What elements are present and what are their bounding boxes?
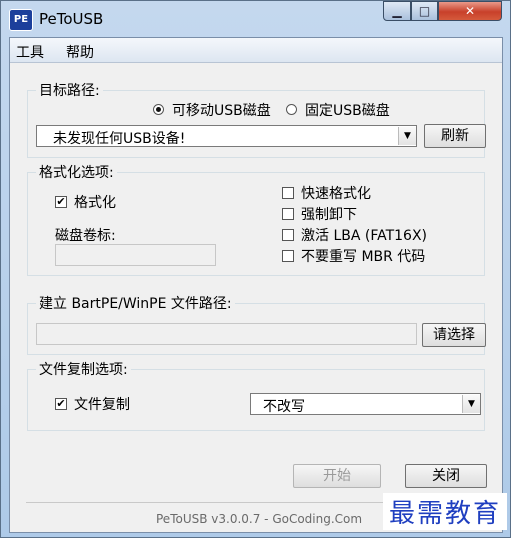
maximize-icon: □ [418, 4, 431, 18]
fixed-usb-radio[interactable] [286, 104, 297, 115]
usb-device-value: 未发现任何USB设备! [53, 131, 186, 147]
quick-format-checkbox[interactable] [282, 187, 294, 199]
close-dialog-button[interactable]: 关闭 [405, 464, 487, 488]
format-label[interactable]: 格式化 [74, 192, 116, 212]
enable-lba-checkbox[interactable] [282, 229, 294, 241]
minimize-button[interactable]: ▁ [383, 1, 411, 21]
file-copy-option-label[interactable]: 文件复制 [74, 394, 130, 414]
client-area: 工具 帮助 目标路径: 可移动USB磁盘 固定USB磁盘 未发现任何USB设备!… [9, 37, 503, 533]
refresh-button[interactable]: 刷新 [424, 124, 486, 148]
window-title: PeToUSB [39, 10, 104, 28]
volume-label-input[interactable] [55, 244, 216, 266]
removable-usb-radio[interactable] [153, 104, 164, 115]
removable-usb-label[interactable]: 可移动USB磁盘 [172, 100, 271, 120]
browse-button[interactable]: 请选择 [422, 323, 486, 347]
force-unmount-checkbox[interactable] [282, 208, 294, 220]
dropdown-arrow-icon[interactable]: ▼ [462, 395, 480, 413]
minimize-icon: ▁ [392, 4, 402, 18]
file-copy-label: 文件复制选项: [36, 359, 131, 379]
target-path-label: 目标路径: [36, 80, 103, 100]
no-mbr-checkbox[interactable] [282, 250, 294, 262]
app-window: PE PeToUSB ▁ □ ✕ 工具 帮助 目标路径: 可移动USB磁盘 固定… [0, 0, 511, 538]
bartpe-path-label: 建立 BartPE/WinPE 文件路径: [36, 293, 235, 313]
usb-device-dropdown[interactable]: 未发现任何USB设备! ▼ [36, 125, 417, 147]
title-bar[interactable]: PE PeToUSB ▁ □ ✕ [1, 1, 510, 37]
footer-credit: PeToUSB v3.0.0.7 - GoCoding.Com [156, 512, 363, 526]
start-button[interactable]: 开始 [293, 464, 381, 488]
close-icon: ✕ [464, 4, 476, 18]
petousb-app-icon: PE [9, 9, 33, 31]
menu-tools[interactable]: 工具 [16, 42, 44, 62]
volume-label-caption: 磁盘卷标: [55, 228, 116, 244]
watermark-text: 最需教育 [383, 493, 508, 530]
maximize-button[interactable]: □ [411, 1, 438, 21]
force-unmount-label[interactable]: 强制卸下 [301, 204, 357, 224]
copy-mode-dropdown[interactable]: 不改写 ▼ [250, 393, 481, 415]
menu-help[interactable]: 帮助 [66, 42, 94, 62]
bartpe-path-input[interactable] [36, 323, 417, 345]
no-mbr-label[interactable]: 不要重写 MBR 代码 [301, 246, 425, 266]
menu-bar: 工具 帮助 [10, 38, 502, 63]
file-copy-checkbox[interactable]: ✔ [55, 398, 67, 410]
dropdown-arrow-icon[interactable]: ▼ [398, 127, 416, 145]
format-options-label: 格式化选项: [36, 162, 117, 182]
fixed-usb-label[interactable]: 固定USB磁盘 [305, 100, 390, 120]
copy-mode-value: 不改写 [263, 399, 305, 415]
format-checkbox[interactable]: ✔ [55, 196, 67, 208]
quick-format-label[interactable]: 快速格式化 [301, 183, 371, 203]
enable-lba-label[interactable]: 激活 LBA (FAT16X) [301, 225, 427, 245]
close-button[interactable]: ✕ [438, 1, 502, 21]
